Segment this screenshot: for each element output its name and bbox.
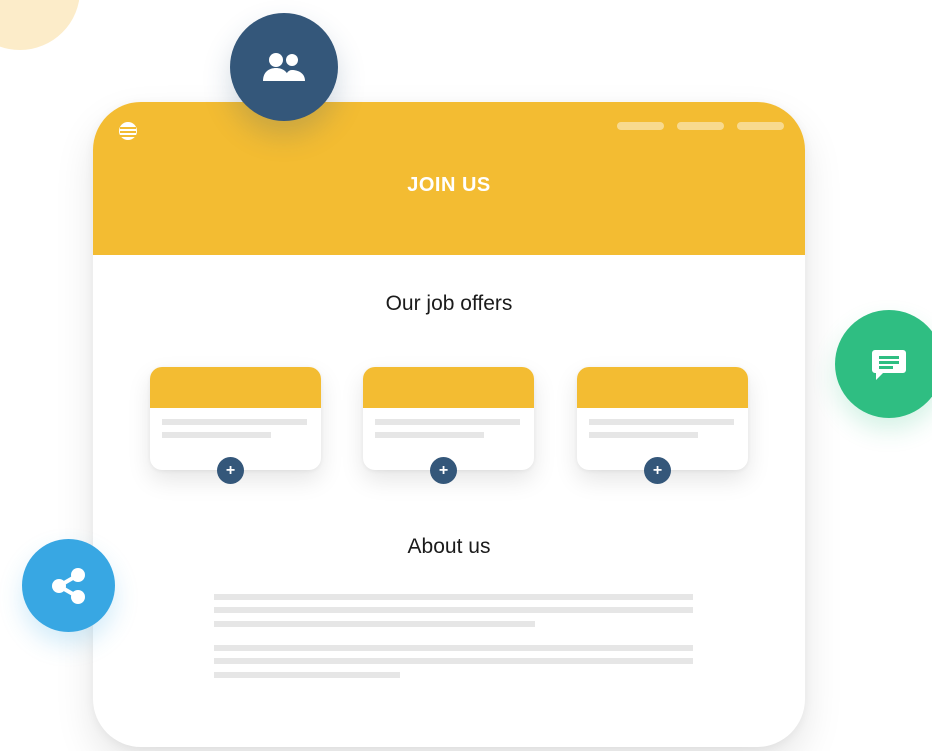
about-line-4 (214, 645, 693, 651)
nav-pill-2[interactable] (677, 122, 724, 130)
share-bubble[interactable] (22, 539, 115, 632)
chat-bubble[interactable] (835, 310, 932, 418)
about-line-5 (214, 658, 693, 664)
section-title-jobs: Our job offers (385, 292, 513, 315)
share-icon (51, 567, 85, 604)
job-card-line-2 (375, 432, 484, 438)
job-card-plus-button[interactable]: + (644, 457, 671, 484)
nav-pill-3[interactable] (737, 122, 784, 130)
page-canvas: JOIN US Our job offers + + + About us (0, 0, 932, 751)
about-line-1 (214, 594, 693, 600)
hero-header: JOIN US (93, 102, 805, 255)
job-card-plus-button[interactable]: + (430, 457, 457, 484)
job-card-2[interactable]: + (363, 367, 534, 484)
job-card-line-1 (375, 419, 520, 425)
job-card-line-1 (589, 419, 734, 425)
job-card-1[interactable]: + (150, 367, 321, 484)
job-card-line-2 (162, 432, 271, 438)
job-card-header (150, 367, 321, 408)
about-line-6 (214, 672, 400, 678)
people-bubble[interactable] (230, 13, 338, 121)
section-title-about: About us (407, 535, 491, 558)
menu-icon[interactable] (119, 122, 137, 140)
job-card-header (577, 367, 748, 408)
people-icon (263, 53, 305, 81)
job-card-header (363, 367, 534, 408)
job-card-line-1 (162, 419, 307, 425)
hero-title: JOIN US (407, 174, 491, 196)
about-line-2 (214, 607, 693, 613)
device-frame: JOIN US Our job offers + + + About us (93, 102, 805, 747)
nav-pill-1[interactable] (617, 122, 664, 130)
corner-decoration (0, 0, 80, 50)
chat-icon (872, 350, 906, 380)
job-card-line-2 (589, 432, 698, 438)
about-line-3 (214, 621, 535, 627)
job-card-3[interactable]: + (577, 367, 748, 484)
job-card-plus-button[interactable]: + (217, 457, 244, 484)
